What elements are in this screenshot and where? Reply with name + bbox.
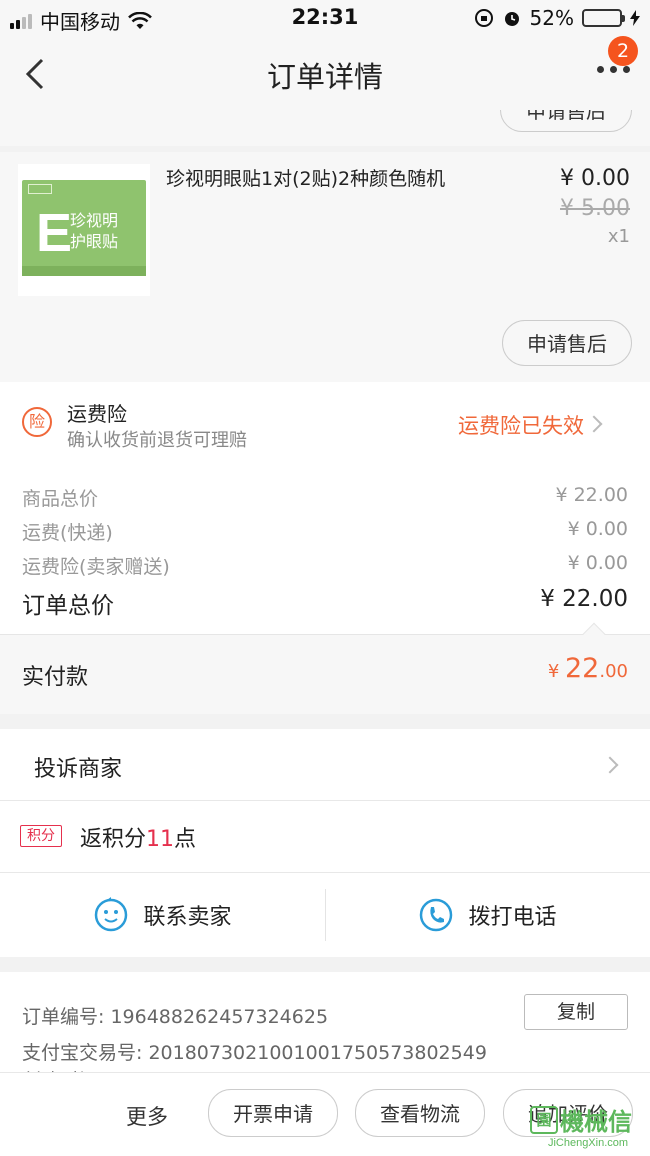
summary-value: ¥ 0.00 [567, 518, 628, 540]
status-bar: 中国移动 22:31 52% [0, 0, 650, 36]
invoice-request-button[interactable]: 开票申请 [208, 1089, 338, 1137]
product-original-price: ¥ 5.00 [560, 196, 630, 221]
points-text: 返积分11点 [80, 827, 197, 852]
summary-row-goods: 商品总价 ¥ 22.00 [22, 484, 628, 511]
package-text: 珍视明 护眼贴 [70, 211, 119, 251]
insurance-subtitle: 确认收货前退货可理赔 [67, 430, 247, 451]
more-button[interactable]: 更多 [126, 1101, 168, 1131]
insurance-icon: 险 [22, 407, 52, 437]
insurance-status: 运费险已失效 [458, 414, 584, 438]
chevron-right-icon [601, 756, 619, 774]
package-letter: E [36, 203, 73, 263]
product-image[interactable]: E 珍视明 护眼贴 [18, 164, 150, 296]
product-quantity: x1 [607, 226, 630, 247]
rotation-lock-icon [474, 9, 493, 27]
call-phone-label: 拨打电话 [468, 905, 557, 930]
eye-patch-package: E 珍视明 护眼贴 [22, 180, 146, 276]
contact-seller-button[interactable]: 联系卖家 [0, 873, 325, 957]
total-label: 订单总价 [22, 593, 114, 619]
watermark-text: 機械信 [560, 1108, 632, 1136]
summary-row-insurance: 运费险(卖家赠送) ¥ 0.00 [22, 552, 628, 579]
prev-after-sale-button[interactable]: 申请售后 [500, 110, 632, 132]
battery-icon [582, 9, 625, 27]
nav-bar: 订单详情 2 [0, 36, 650, 110]
alarm-icon [504, 12, 519, 26]
actual-payment-amount: ¥ 22.00 [547, 653, 628, 684]
alipay-trade-number: 支付宝交易号: 2018073021001001750573802549 [22, 1042, 487, 1064]
view-logistics-button[interactable]: 查看物流 [355, 1089, 485, 1137]
complain-merchant-row[interactable]: 投诉商家 [0, 729, 650, 801]
chat-icon [95, 897, 128, 932]
insurance-title: 运费险 [67, 402, 127, 426]
order-number: 订单编号: 196488262457324625 [22, 1006, 329, 1028]
price-summary: 商品总价 ¥ 22.00 运费(快递) ¥ 0.00 运费险(卖家赠送) ¥ 0… [0, 464, 650, 634]
summary-label: 商品总价 [22, 488, 99, 510]
points-row: 积分 返积分11点 [0, 801, 650, 873]
points-tag: 积分 [20, 825, 62, 847]
previous-item-card: 申请售后 [0, 110, 650, 146]
summary-row-total: 订单总价 ¥ 22.00 [22, 586, 628, 620]
contact-seller-label: 联系卖家 [143, 905, 232, 930]
complain-label: 投诉商家 [34, 757, 123, 782]
phone-icon [420, 898, 453, 932]
summary-label: 运费(快递) [22, 522, 113, 544]
product-card[interactable]: E 珍视明 护眼贴 珍视明眼贴1对(2贴)2种颜色随机 ¥ 0.00 ¥ 5.00… [0, 152, 650, 382]
battery-percent: 52% [529, 6, 574, 30]
charging-icon [630, 10, 640, 26]
copy-button[interactable]: 复制 [524, 994, 628, 1030]
notification-badge: 2 [608, 36, 638, 66]
summary-value: ¥ 0.00 [567, 552, 628, 574]
actual-payment-row: 实付款 ¥ 22.00 [0, 622, 650, 714]
product-name[interactable]: 珍视明眼贴1对(2贴)2种颜色随机 [166, 166, 486, 192]
page-title: 订单详情 [266, 60, 383, 94]
after-sale-button[interactable]: 申请售后 [502, 320, 632, 366]
product-price: ¥ 0.00 [560, 166, 630, 191]
summary-row-shipping: 运费(快递) ¥ 0.00 [22, 518, 628, 545]
more-menu-icon[interactable] [597, 66, 630, 73]
summary-label: 运费险(卖家赠送) [22, 556, 170, 578]
contact-bar: 联系卖家 拨打电话 [0, 873, 650, 957]
order-info: 订单编号: 196488262457324625 支付宝交易号: 2018073… [0, 972, 650, 1082]
call-phone-button[interactable]: 拨打电话 [325, 873, 650, 957]
summary-value: ¥ 22.00 [555, 484, 628, 506]
watermark-logo: 園 機械信 JiChengXin.com [530, 1102, 646, 1152]
chevron-right-icon [585, 415, 603, 433]
actual-payment-label: 实付款 [22, 665, 89, 690]
total-value: ¥ 22.00 [540, 586, 628, 612]
shipping-insurance-row[interactable]: 险 运费险 确认收货前退货可理赔 运费险已失效 [0, 382, 650, 464]
watermark-url: JiChengXin.com [547, 1137, 629, 1149]
status-right: 52% [474, 6, 640, 30]
